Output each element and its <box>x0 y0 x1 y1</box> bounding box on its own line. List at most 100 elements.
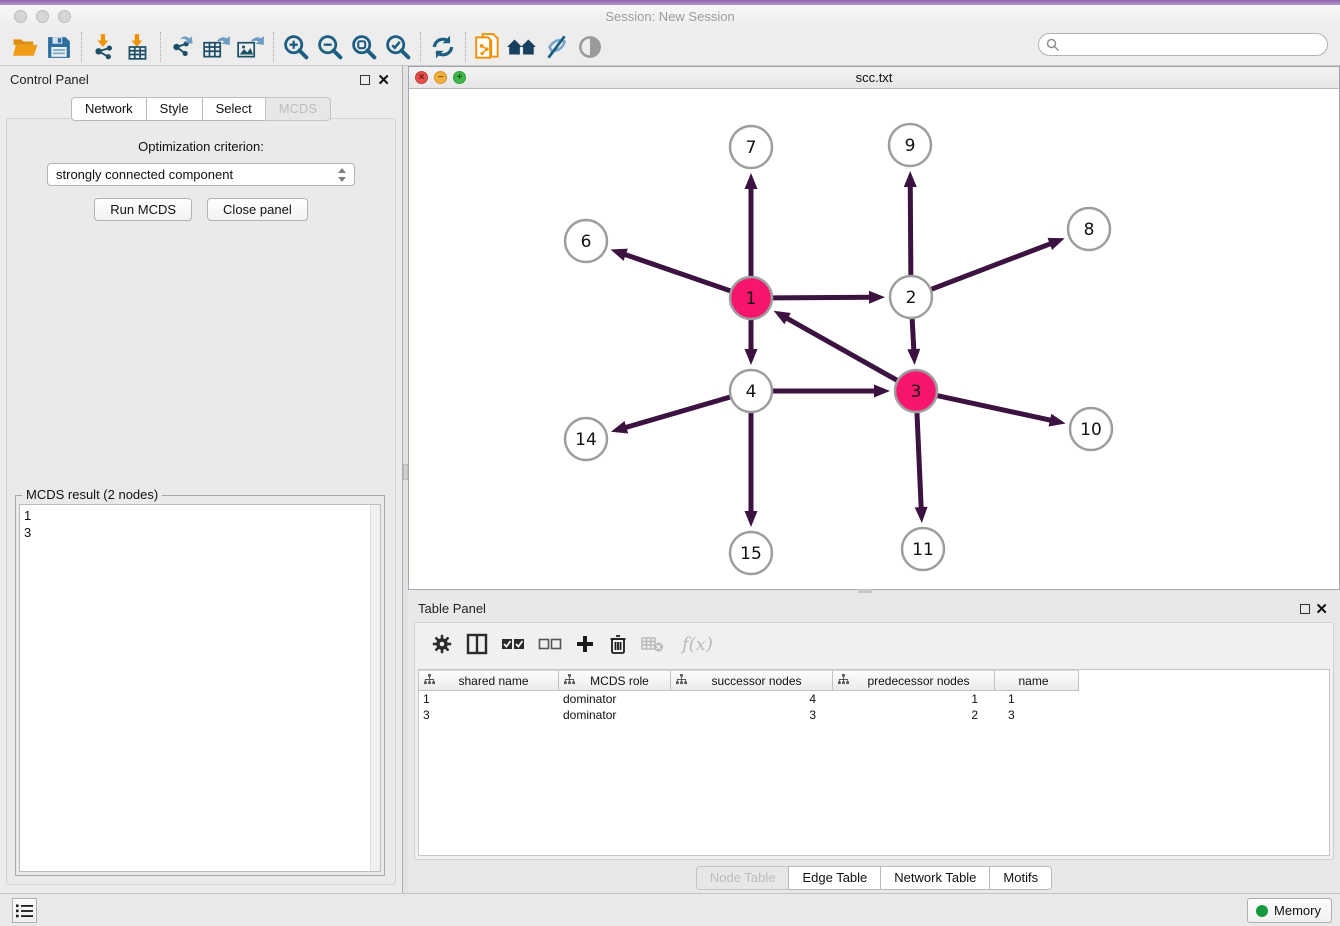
mcds-result-lines: 13 <box>24 507 376 541</box>
column-network-icon <box>424 674 435 685</box>
close-panel-icon[interactable]: ✕ <box>377 71 390 89</box>
memory-label: Memory <box>1274 903 1321 918</box>
app-title: Session: New Session <box>0 9 1340 24</box>
table-tab-node-table[interactable]: Node Table <box>696 866 790 890</box>
table-panel-header: Table Panel ✕ <box>408 595 1340 623</box>
table-cell[interactable]: 3 <box>419 707 559 723</box>
result-scrollbar[interactable] <box>370 505 380 871</box>
run-mcds-button[interactable]: Run MCDS <box>94 198 192 221</box>
export-table-button[interactable] <box>200 31 234 63</box>
zoom-selected-button[interactable] <box>381 31 415 63</box>
criterion-dropdown-value: strongly connected component <box>56 167 233 182</box>
import-table-button[interactable] <box>121 31 155 63</box>
plus-icon <box>575 634 595 654</box>
table-tab-edge-table[interactable]: Edge Table <box>788 866 881 890</box>
table-header-row: shared nameMCDS rolesuccessor nodesprede… <box>419 670 1329 691</box>
column-header-successor-nodes[interactable]: successor nodes <box>671 670 833 691</box>
toolbar-separator <box>81 32 82 62</box>
table-tab-network-table[interactable]: Network Table <box>880 866 990 890</box>
table-panel: Table Panel ✕ <box>408 595 1340 893</box>
graph-edge-arrowhead <box>869 291 885 304</box>
network-graph-canvas[interactable]: 1234678910111415 <box>409 89 1339 589</box>
import-network-button[interactable] <box>87 31 121 63</box>
checked-boxes-icon <box>501 636 525 652</box>
graph-edge-3-11[interactable] <box>917 413 921 510</box>
graph-edge-1-6[interactable] <box>623 254 730 291</box>
status-bar: Memory <box>0 893 1340 926</box>
table-row[interactable]: 1dominator411 <box>419 691 1329 707</box>
table-cell[interactable]: 1 <box>833 691 995 707</box>
tab-network[interactable]: Network <box>71 97 147 121</box>
save-session-button[interactable] <box>42 31 76 63</box>
graph-edge-arrowhead <box>874 385 890 398</box>
horizontal-splitter-grip[interactable] <box>858 589 872 593</box>
graph-edge-2-8[interactable] <box>932 243 1053 289</box>
table-row[interactable]: 3dominator323 <box>419 707 1329 723</box>
float-table-panel-icon[interactable] <box>1300 604 1310 614</box>
table-cell[interactable]: 1 <box>419 691 559 707</box>
show-columns-button[interactable] <box>466 633 488 655</box>
table-cell[interactable]: 4 <box>671 691 833 707</box>
search-input[interactable] <box>1038 33 1328 56</box>
criterion-dropdown[interactable]: strongly connected component <box>47 163 355 186</box>
zoom-in-button[interactable] <box>279 31 313 63</box>
float-panel-icon[interactable] <box>360 75 370 85</box>
graph-edge-3-1[interactable] <box>785 317 897 380</box>
graph-edge-arrowhead <box>745 511 758 527</box>
graph-node-label: 1 <box>746 289 757 309</box>
table-cell[interactable]: 1 <box>995 691 1079 707</box>
network-window-titlebar[interactable]: × − + scc.txt <box>409 67 1339 89</box>
table-cell[interactable]: 3 <box>995 707 1079 723</box>
home-view-button[interactable] <box>505 31 539 63</box>
table-cell[interactable]: 3 <box>671 707 833 723</box>
column-header-MCDS-role[interactable]: MCDS role <box>559 670 671 691</box>
column-header-predecessor-nodes[interactable]: predecessor nodes <box>833 670 995 691</box>
mcds-panel: Optimization criterion: strongly connect… <box>6 118 396 885</box>
tab-style[interactable]: Style <box>146 97 203 121</box>
select-all-rows-button[interactable] <box>501 636 525 652</box>
import-network-icon <box>90 33 118 61</box>
zoom-out-button[interactable] <box>313 31 347 63</box>
zoom-fit-button[interactable] <box>347 31 381 63</box>
table-tab-motifs[interactable]: Motifs <box>989 866 1052 890</box>
close-table-panel-icon[interactable]: ✕ <box>1315 600 1328 618</box>
export-image-button[interactable] <box>234 31 268 63</box>
delete-column-button[interactable] <box>608 633 628 655</box>
graph-edge-arrowhead <box>915 507 928 523</box>
column-header-shared-name[interactable]: shared name <box>419 670 559 691</box>
close-panel-button[interactable]: Close panel <box>207 198 308 221</box>
graph-node-label: 11 <box>912 540 934 560</box>
duplicate-network-button[interactable] <box>471 31 505 63</box>
graph-edge-3-10[interactable] <box>937 396 1052 421</box>
open-session-button[interactable] <box>8 31 42 63</box>
graph-edge-4-14[interactable] <box>623 397 729 428</box>
table-cell[interactable]: dominator <box>559 707 671 723</box>
show-graphics-button[interactable] <box>573 31 607 63</box>
hide-graphics-button[interactable] <box>539 31 573 63</box>
graph-edge-1-2[interactable] <box>773 297 872 298</box>
apply-layout-button[interactable] <box>426 31 460 63</box>
tab-mcds[interactable]: MCDS <box>265 97 331 121</box>
control-panel-title: Control Panel <box>10 72 89 87</box>
table-cell[interactable]: 2 <box>833 707 995 723</box>
table-tabs: Node TableEdge TableNetwork TableMotifs <box>408 866 1340 890</box>
create-column-button[interactable] <box>575 634 595 654</box>
table-cell[interactable]: dominator <box>559 691 671 707</box>
deselect-all-rows-button[interactable] <box>538 636 562 652</box>
graph-edge-2-9[interactable] <box>910 184 911 275</box>
export-network-button[interactable] <box>166 31 200 63</box>
search-icon <box>1046 38 1060 52</box>
column-header-name[interactable]: name <box>995 670 1079 691</box>
node-table-container: f(x) shared nameMCDS rolesuccessor nodes… <box>414 622 1334 860</box>
task-history-button[interactable] <box>12 898 37 923</box>
memory-button[interactable]: Memory <box>1247 898 1332 923</box>
column-header-label: name <box>995 674 1078 688</box>
node-table[interactable]: shared nameMCDS rolesuccessor nodesprede… <box>418 669 1330 856</box>
table-panel-title: Table Panel <box>418 601 486 616</box>
tab-select[interactable]: Select <box>202 97 266 121</box>
graph-edge-2-3[interactable] <box>912 319 914 352</box>
mcds-result-list[interactable]: 13 <box>19 504 381 872</box>
export-network-icon <box>169 33 197 61</box>
table-settings-button[interactable] <box>431 633 453 655</box>
home-icon <box>506 34 538 60</box>
